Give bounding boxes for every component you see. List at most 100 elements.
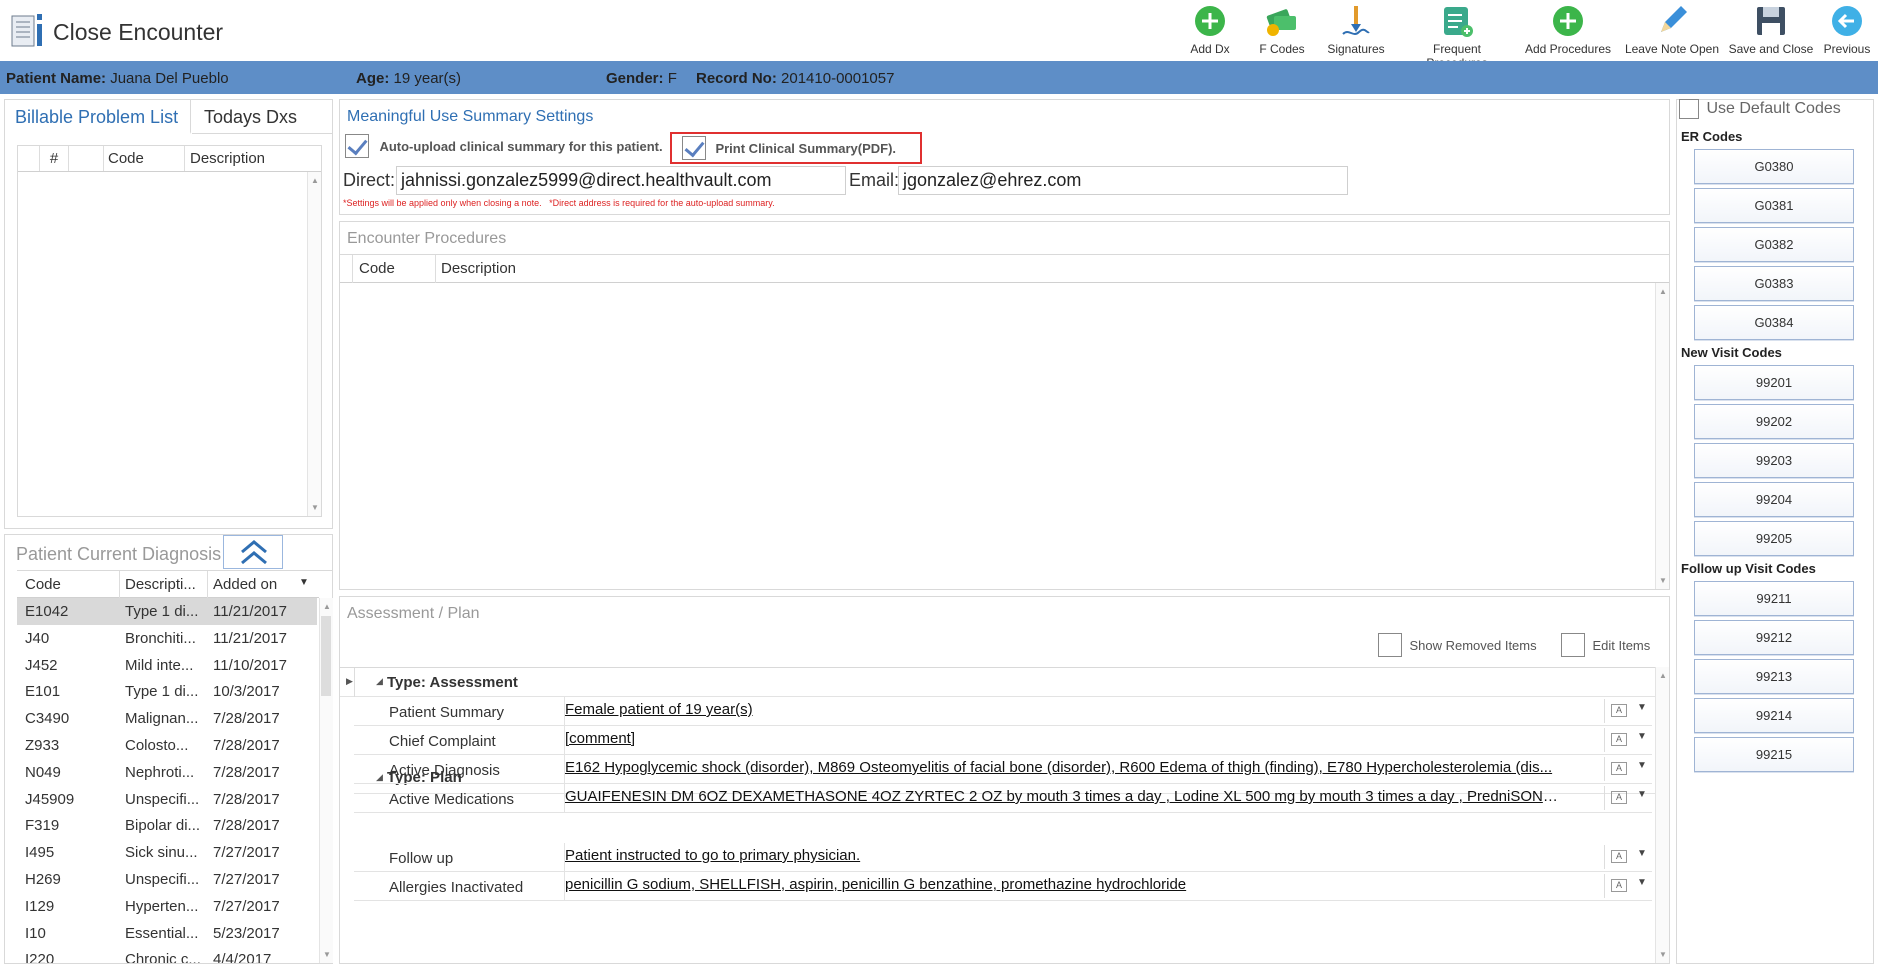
tab-billable-problem-list[interactable]: Billable Problem List bbox=[5, 100, 191, 134]
ap-item-row[interactable]: Active Diagnosis E162 Hypoglycemic shock … bbox=[354, 755, 1652, 784]
text-style-dropdown[interactable]: A ▼ bbox=[1604, 757, 1648, 781]
ap-item-value[interactable]: Female patient of 19 year(s) bbox=[565, 701, 1565, 718]
code-button-99212[interactable]: 99212 bbox=[1694, 620, 1854, 655]
print-summary-highlight: Print Clinical Summary(PDF). bbox=[670, 132, 922, 164]
code-button-g0381[interactable]: G0381 bbox=[1694, 188, 1854, 223]
diagnosis-row[interactable]: I495 Sick sinu... 7/27/2017 bbox=[17, 839, 317, 866]
code-button-g0384[interactable]: G0384 bbox=[1694, 305, 1854, 340]
text-style-dropdown[interactable]: A ▼ bbox=[1604, 786, 1648, 810]
code-button-99204[interactable]: 99204 bbox=[1694, 482, 1854, 517]
diagnosis-row[interactable]: I10 Essential... 5/23/2017 bbox=[17, 920, 317, 947]
save-and-close-label: Save and Close bbox=[1728, 42, 1814, 56]
direct-address-input[interactable]: jahnissi.gonzalez5999@direct.healthvault… bbox=[396, 166, 846, 195]
diagnosis-code: Z933 bbox=[25, 737, 60, 754]
billable-scrollbar[interactable]: ▲ ▼ bbox=[307, 172, 321, 516]
assessment-scrollbar[interactable]: ▲ ▼ bbox=[1655, 667, 1669, 963]
meaningful-use-panel: Meaningful Use Summary Settings Auto-upl… bbox=[339, 99, 1670, 215]
diagnosis-row[interactable]: E101 Type 1 di... 10/3/2017 bbox=[17, 678, 317, 705]
code-button-g0383[interactable]: G0383 bbox=[1694, 266, 1854, 301]
code-button-99211[interactable]: 99211 bbox=[1694, 581, 1854, 616]
diagnosis-row[interactable]: H269 Unspecifi... 7/27/2017 bbox=[17, 866, 317, 893]
collapse-triangle-icon[interactable]: ◢ bbox=[376, 676, 383, 687]
edit-items-check-icon[interactable] bbox=[1561, 633, 1585, 657]
f-codes-button[interactable]: F Codes bbox=[1254, 4, 1310, 60]
diagnosis-row[interactable]: J40 Bronchiti... 11/21/2017 bbox=[17, 625, 317, 652]
text-style-dropdown[interactable]: A ▼ bbox=[1604, 874, 1648, 898]
show-removed-check-icon[interactable] bbox=[1378, 633, 1402, 657]
edit-items-checkbox[interactable]: Edit Items bbox=[1561, 633, 1650, 657]
expand-icon[interactable]: ▶ bbox=[346, 676, 353, 687]
ap-item-row[interactable]: Active Medications GUAIFENESIN DM 6OZ DEX… bbox=[354, 784, 1652, 813]
code-button-g0382[interactable]: G0382 bbox=[1694, 227, 1854, 262]
procedures-scrollbar[interactable]: ▲ ▼ bbox=[1655, 283, 1669, 589]
diagnosis-description: Unspecifi... bbox=[125, 871, 200, 888]
diagnosis-code: I10 bbox=[25, 924, 46, 942]
app-title: Close Encounter bbox=[53, 19, 224, 45]
auto-upload-check-icon[interactable] bbox=[345, 134, 369, 158]
collapse-button[interactable] bbox=[223, 535, 283, 569]
frequent-procedures-button[interactable]: Frequent Procedures bbox=[1401, 4, 1513, 70]
auto-upload-checkbox[interactable]: Auto-upload clinical summary for this pa… bbox=[345, 134, 663, 158]
ap-item-value[interactable]: E162 Hypoglycemic shock (disorder), M869… bbox=[565, 759, 1565, 776]
frequent-procedures-icon bbox=[1444, 7, 1473, 37]
ap-item-row[interactable]: Patient Summary Female patient of 19 year… bbox=[354, 697, 1652, 726]
ap-item-row[interactable]: Follow up Patient instructed to go to pri… bbox=[354, 843, 1652, 872]
diagnosis-row[interactable]: J45909 Unspecifi... 7/28/2017 bbox=[17, 786, 317, 813]
code-button-99205[interactable]: 99205 bbox=[1694, 521, 1854, 556]
diagnosis-added-on: 7/28/2017 bbox=[213, 737, 280, 754]
ap-item-value[interactable]: Patient instructed to go to primary phys… bbox=[565, 847, 1565, 864]
diagnosis-row[interactable]: N049 Nephroti... 7/28/2017 bbox=[17, 759, 317, 786]
add-procedures-button[interactable]: Add Procedures bbox=[1524, 4, 1612, 60]
diagnosis-row[interactable]: ▶E1042Type 1 di...11/21/2017 bbox=[17, 598, 317, 625]
diagnosis-description: Hyperten... bbox=[125, 897, 199, 915]
use-default-check-icon[interactable] bbox=[1679, 99, 1699, 119]
chevron-down-icon: ▼ bbox=[1637, 877, 1647, 888]
diagnosis-row[interactable]: Z933 Colosto... 7/28/2017 bbox=[17, 732, 317, 759]
tab-todays-dxs[interactable]: Todays Dxs bbox=[192, 100, 332, 134]
previous-button[interactable]: Previous bbox=[1822, 4, 1872, 60]
print-pdf-checkbox[interactable]: Print Clinical Summary(PDF). bbox=[682, 136, 896, 160]
patient-record-field: Record No: 201410-0001057 bbox=[696, 70, 895, 87]
diagnosis-row[interactable]: J452 Mild inte... 11/10/2017 bbox=[17, 652, 317, 679]
diagnosis-scrollbar[interactable]: ▲ ▼ bbox=[319, 598, 333, 963]
diagnosis-added-on: 7/28/2017 bbox=[213, 763, 280, 781]
leave-note-open-button[interactable]: Leave Note Open bbox=[1622, 4, 1722, 60]
show-removed-checkbox[interactable]: Show Removed Items bbox=[1378, 633, 1537, 657]
code-button-99202[interactable]: 99202 bbox=[1694, 404, 1854, 439]
print-pdf-check-icon[interactable] bbox=[682, 136, 706, 160]
save-and-close-button[interactable]: Save and Close bbox=[1728, 4, 1814, 60]
follow-up-codes-title: Follow up Visit Codes bbox=[1681, 561, 1816, 576]
diagnosis-row[interactable]: F319 Bipolar di... 7/28/2017 bbox=[17, 812, 317, 839]
diagnosis-row[interactable]: I220 Chronic c... 4/4/2017 bbox=[17, 946, 317, 963]
diagnosis-description: Type 1 di... bbox=[125, 603, 199, 620]
ap-item-value[interactable]: [comment] bbox=[565, 730, 1565, 747]
ap-item-row[interactable]: Chief Complaint [comment] A ▼ bbox=[354, 726, 1652, 755]
text-format-icon: A bbox=[1611, 850, 1627, 863]
code-button-99201[interactable]: 99201 bbox=[1694, 365, 1854, 400]
use-default-codes-checkbox[interactable]: Use Default Codes bbox=[1679, 99, 1841, 119]
ap-item-row[interactable]: Allergies Inactivated penicillin G sodium… bbox=[354, 872, 1652, 901]
code-button-99203[interactable]: 99203 bbox=[1694, 443, 1854, 478]
billable-problem-panel: Billable Problem List Todays Dxs # Code … bbox=[4, 99, 333, 529]
code-button-99215[interactable]: 99215 bbox=[1694, 737, 1854, 772]
text-style-dropdown[interactable]: A ▼ bbox=[1604, 728, 1648, 752]
diagnosis-row[interactable]: I129 Hyperten... 7/27/2017 bbox=[17, 893, 317, 920]
assessment-group-row[interactable]: ▶ ◢ Type: Assessment bbox=[340, 667, 1656, 697]
text-style-dropdown[interactable]: A ▼ bbox=[1604, 699, 1648, 723]
add-dx-button[interactable]: Add Dx bbox=[1186, 4, 1234, 60]
code-button-99213[interactable]: 99213 bbox=[1694, 659, 1854, 694]
edit-items-label: Edit Items bbox=[1592, 637, 1651, 653]
code-button-99214[interactable]: 99214 bbox=[1694, 698, 1854, 733]
sort-desc-icon[interactable]: ▼ bbox=[299, 577, 309, 588]
text-style-dropdown[interactable]: A ▼ bbox=[1604, 845, 1648, 869]
ap-item-value[interactable]: GUAIFENESIN DM 6OZ DEXAMETHASONE 4OZ ZYR… bbox=[565, 788, 1565, 805]
diagnosis-code: I495 bbox=[25, 844, 55, 862]
diagnosis-code: I129 bbox=[25, 897, 55, 915]
diagnosis-row[interactable]: C3490 Malignan... 7/28/2017 bbox=[17, 705, 317, 732]
ap-item-label: Active Medications bbox=[389, 791, 515, 808]
code-button-g0380[interactable]: G0380 bbox=[1694, 149, 1854, 184]
new-visit-codes-title: New Visit Codes bbox=[1681, 345, 1782, 360]
ap-item-value[interactable]: penicillin G sodium, SHELLFISH, aspirin,… bbox=[565, 876, 1565, 893]
email-input[interactable]: jgonzalez@ehrez.com bbox=[898, 166, 1348, 195]
signatures-button[interactable]: Signatures bbox=[1322, 4, 1390, 60]
